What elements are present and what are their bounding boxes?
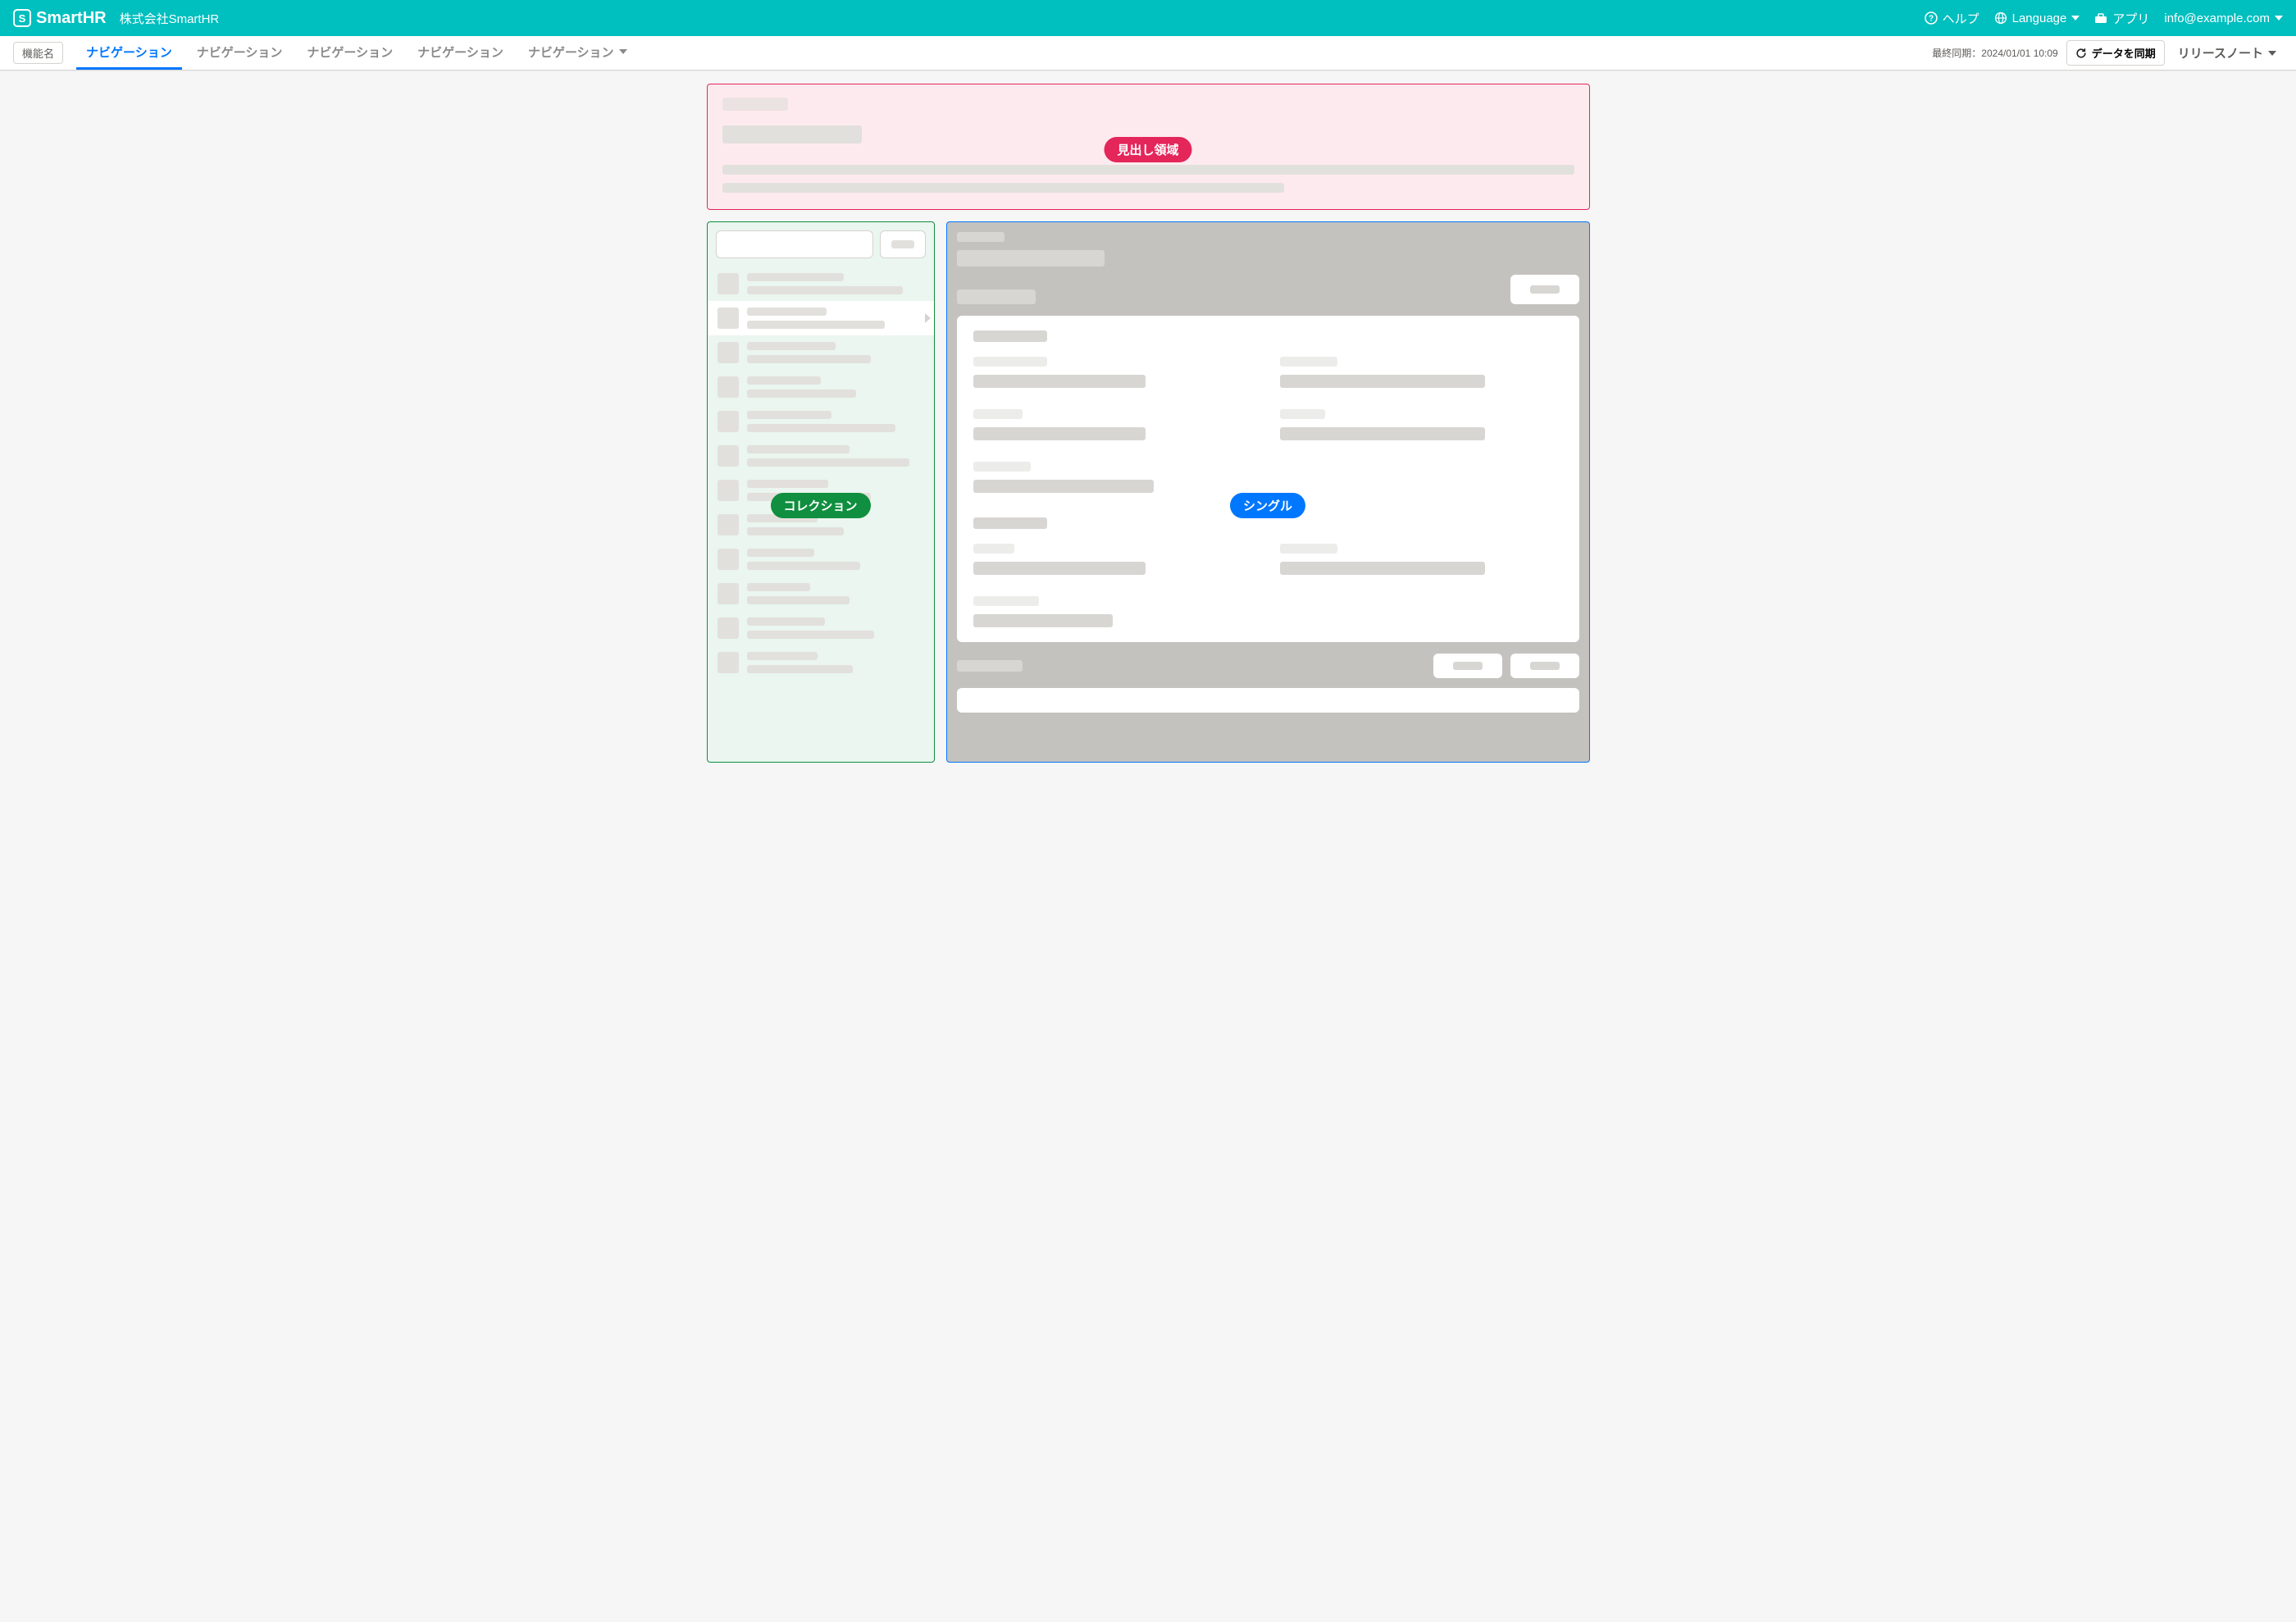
help-label: ヘルプ xyxy=(1943,10,1979,27)
account-email: info@example.com xyxy=(2164,11,2270,25)
subtitle-placeholder xyxy=(957,289,1036,304)
description-line-placeholder xyxy=(722,183,1285,193)
single-region-badge: シングル xyxy=(1230,493,1305,518)
nav-tab[interactable]: ナビゲーション xyxy=(297,36,403,70)
list-item[interactable] xyxy=(708,645,934,680)
release-notes-menu[interactable]: リリースノート xyxy=(2171,36,2283,70)
language-menu[interactable]: Language xyxy=(1994,11,2080,25)
refresh-icon xyxy=(2075,48,2087,59)
section-bar-title xyxy=(957,660,1023,672)
nav-tab-label: ナビゲーション xyxy=(86,43,172,61)
nav-tab-dropdown[interactable]: ナビゲーション xyxy=(518,36,637,70)
nav-tab[interactable]: ナビゲーション xyxy=(187,36,293,70)
single-title-placeholder xyxy=(957,250,1105,267)
card-section-title xyxy=(973,330,1047,342)
list-item[interactable] xyxy=(708,301,934,335)
list-item-thumb xyxy=(718,376,739,398)
collection-region-badge: コレクション xyxy=(770,493,870,518)
page-title-placeholder xyxy=(722,125,862,144)
apps-link[interactable]: アプリ xyxy=(2094,10,2149,27)
nav-tab-label: ナビゲーション xyxy=(307,43,393,61)
card-section-title xyxy=(973,517,1047,529)
nav-tab[interactable]: ナビゲーション xyxy=(408,36,513,70)
nav-tab-label: ナビゲーション xyxy=(528,43,614,61)
primary-action-button[interactable] xyxy=(1510,275,1579,304)
list-item-thumb xyxy=(718,308,739,329)
apps-label: アプリ xyxy=(2112,10,2149,27)
list-item-thumb xyxy=(718,514,739,535)
heading-region-badge: 見出し領域 xyxy=(1104,137,1191,162)
list-item-thumb xyxy=(718,411,739,432)
caret-down-icon xyxy=(2275,16,2283,21)
feature-chip: 機能名 xyxy=(13,42,63,64)
single-header xyxy=(957,232,1105,304)
help-icon: ? xyxy=(1925,11,1938,25)
collection-list xyxy=(708,267,934,680)
list-item-thumb xyxy=(718,480,739,501)
list-item[interactable] xyxy=(708,370,934,404)
list-item-thumb xyxy=(718,617,739,639)
description-line-placeholder xyxy=(722,165,1574,175)
nav-tab-label: ナビゲーション xyxy=(417,43,503,61)
account-menu[interactable]: info@example.com xyxy=(2164,11,2283,25)
apps-icon xyxy=(2094,11,2107,25)
release-notes-label: リリースノート xyxy=(2178,44,2263,62)
brand[interactable]: S SmartHR xyxy=(13,9,107,28)
sync-button-label: データを同期 xyxy=(2092,45,2156,61)
list-item[interactable] xyxy=(708,439,934,473)
section-bar xyxy=(957,654,1579,678)
list-item[interactable] xyxy=(708,576,934,611)
list-item-thumb xyxy=(718,652,739,673)
list-item-thumb xyxy=(718,549,739,570)
caret-down-icon xyxy=(619,49,627,54)
caret-down-icon xyxy=(2268,51,2276,56)
section-action-button[interactable] xyxy=(1433,654,1502,678)
global-header: S SmartHR 株式会社SmartHR ? ヘルプ Language アプリ… xyxy=(0,0,2296,36)
single-region: シングル xyxy=(946,221,1590,763)
list-item[interactable] xyxy=(708,404,934,439)
section-action-button[interactable] xyxy=(1510,654,1579,678)
breadcrumb-placeholder xyxy=(722,98,788,111)
sync-info: 最終同期：2024/01/01 10:09 データを同期 xyxy=(1932,36,2164,70)
nav-tabs: ナビゲーション ナビゲーション ナビゲーション ナビゲーション ナビゲーション xyxy=(76,36,637,70)
globe-icon xyxy=(1994,11,2007,25)
nav-tab[interactable]: ナビゲーション xyxy=(76,36,182,70)
sync-text: 最終同期：2024/01/01 10:09 xyxy=(1932,46,2057,60)
list-item-thumb xyxy=(718,273,739,294)
language-label: Language xyxy=(2012,11,2067,25)
list-item[interactable] xyxy=(708,335,934,370)
list-item[interactable] xyxy=(708,267,934,301)
sync-button[interactable]: データを同期 xyxy=(2066,40,2165,66)
nav-tab-label: ナビゲーション xyxy=(197,43,283,61)
header-right: ? ヘルプ Language アプリ info@example.com xyxy=(1925,10,2283,27)
list-item-thumb xyxy=(718,342,739,363)
collection-region: コレクション xyxy=(707,221,935,763)
brand-name: SmartHR xyxy=(36,9,107,28)
heading-region: 見出し領域 xyxy=(707,84,1590,210)
help-link[interactable]: ? ヘルプ xyxy=(1925,10,1979,27)
eyebrow-placeholder xyxy=(957,232,1004,242)
page: 見出し領域 コレクション xyxy=(704,84,1593,763)
search-input[interactable] xyxy=(716,230,873,258)
tenant-name: 株式会社SmartHR xyxy=(120,10,220,27)
list-item-thumb xyxy=(718,445,739,467)
caret-down-icon xyxy=(2071,16,2080,21)
search-button[interactable] xyxy=(880,230,926,258)
table-card xyxy=(957,688,1579,713)
list-item[interactable] xyxy=(708,611,934,645)
brand-logo-icon: S xyxy=(13,9,31,27)
list-item-thumb xyxy=(718,583,739,604)
list-item[interactable] xyxy=(708,542,934,576)
detail-card xyxy=(957,316,1579,642)
nav-bar: 機能名 ナビゲーション ナビゲーション ナビゲーション ナビゲーション ナビゲー… xyxy=(0,36,2296,71)
svg-text:?: ? xyxy=(1929,15,1934,24)
